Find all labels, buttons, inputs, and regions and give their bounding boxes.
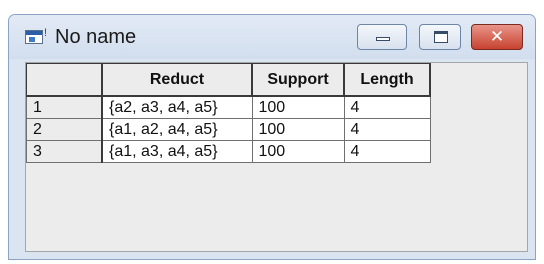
column-header-reduct[interactable]: Reduct	[101, 63, 253, 97]
support-cell[interactable]: 100	[251, 118, 345, 141]
length-cell[interactable]: 4	[343, 118, 431, 141]
row-header-cell[interactable]: 2	[26, 118, 103, 141]
column-header-length[interactable]: Length	[343, 63, 431, 97]
table-row[interactable]: 3 {a1, a3, a4, a5} 100 4	[26, 140, 431, 163]
header-row: Reduct Support Length	[26, 63, 431, 97]
maximize-button[interactable]	[419, 24, 461, 50]
icon-bar	[26, 31, 42, 35]
grid-area: Reduct Support Length 1 {a2, a3, a4, a5}…	[25, 62, 528, 252]
application-window-icon[interactable]: !	[25, 28, 47, 44]
minimize-button[interactable]	[357, 24, 407, 50]
app-window: ! No name ✕ Reduct Support Length 1 {a2,…	[8, 14, 536, 260]
row-header-cell[interactable]: 3	[26, 140, 103, 163]
maximize-icon	[434, 31, 448, 43]
window-title: No name	[55, 26, 137, 48]
table-row[interactable]: 2 {a1, a2, a4, a5} 100 4	[26, 118, 431, 141]
table-row[interactable]: 1 {a2, a3, a4, a5} 100 4	[26, 95, 431, 119]
reduct-cell[interactable]: {a2, a3, a4, a5}	[101, 95, 253, 119]
support-cell[interactable]: 100	[251, 140, 345, 163]
column-header-support[interactable]: Support	[251, 63, 345, 97]
close-icon: ✕	[489, 27, 505, 47]
length-cell[interactable]: 4	[343, 95, 431, 119]
corner-header-cell[interactable]	[26, 63, 103, 97]
minimize-icon	[376, 37, 390, 41]
length-cell[interactable]: 4	[343, 140, 431, 163]
reducts-table: Reduct Support Length 1 {a2, a3, a4, a5}…	[26, 63, 431, 163]
close-button[interactable]: ✕	[471, 24, 523, 50]
reduct-cell[interactable]: {a1, a2, a4, a5}	[101, 118, 253, 141]
reduct-cell[interactable]: {a1, a3, a4, a5}	[101, 140, 253, 163]
icon-dot	[29, 37, 35, 42]
row-header-cell[interactable]: 1	[26, 95, 103, 119]
title-bar[interactable]: ! No name ✕	[9, 15, 535, 59]
support-cell[interactable]: 100	[251, 95, 345, 119]
icon-mark: !	[43, 27, 47, 39]
